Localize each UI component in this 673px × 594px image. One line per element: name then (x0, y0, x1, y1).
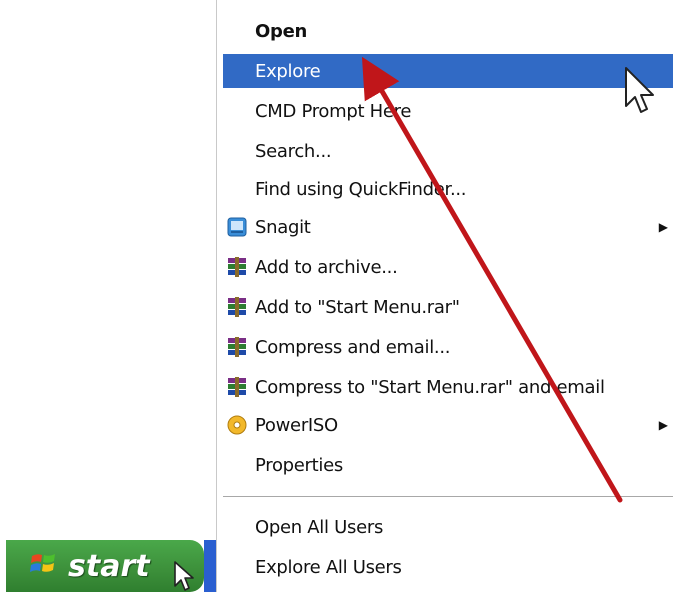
start-label: start (68, 548, 150, 584)
windows-logo-icon (30, 550, 58, 582)
annotation-arrow (361, 56, 623, 503)
mouse-pointer-icon (174, 561, 194, 591)
taskbar (204, 540, 216, 592)
mouse-pointer-icon (625, 67, 654, 113)
